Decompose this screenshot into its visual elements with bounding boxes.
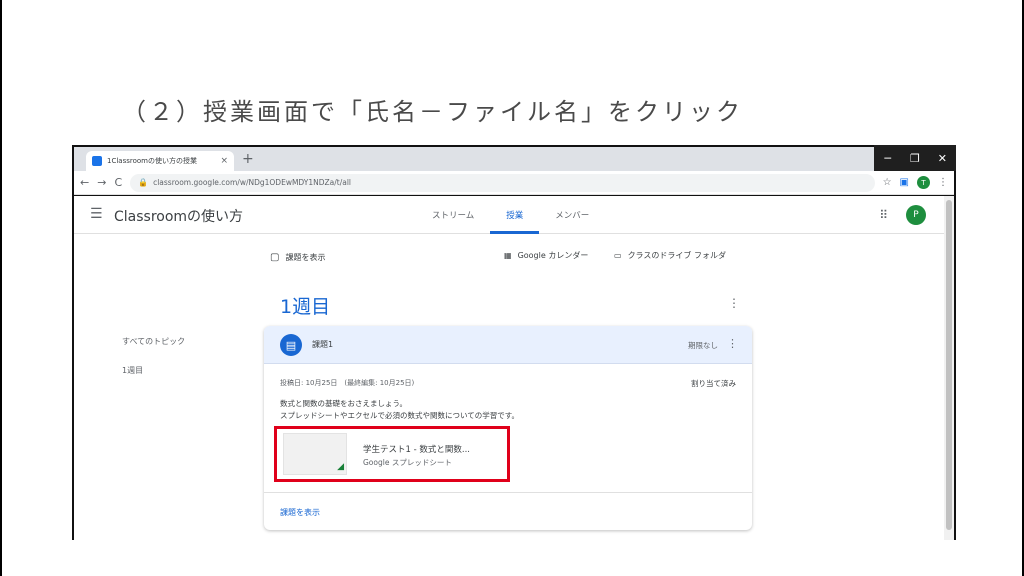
assignment-card: ▤ 課題1 期限なし ⋮ 投稿日: 10月25日 (最終編集: 10月25日) … (264, 326, 752, 530)
assignment-card-header[interactable]: ▤ 課題1 期限なし ⋮ (264, 326, 752, 364)
assignment-description-line1: 数式と関数の基礎をおさえましょう。 (280, 399, 408, 408)
address-url: classroom.google.com/w/NDg1ODEwMDY1NDZa/… (153, 178, 352, 187)
browser-menu-icon[interactable]: ⋮ (938, 177, 948, 188)
posted-date: 投稿日: 10月25日 (最終編集: 10月25日) (280, 379, 415, 387)
assignment-icon: ▤ (280, 334, 302, 356)
assignment-more-icon[interactable]: ⋮ (727, 337, 738, 350)
new-tab-button[interactable]: + (242, 151, 254, 167)
folder-icon: ▭ (614, 251, 622, 260)
attachment-name: 学生テスト1 - 数式と関数... (363, 445, 470, 455)
topic-more-icon[interactable]: ⋮ (728, 296, 740, 310)
google-calendar-label: Google カレンダー (517, 251, 589, 260)
tab-people[interactable]: メンバー (539, 196, 605, 234)
assignment-card-footer: 課題を表示 (264, 492, 752, 530)
class-drive-folder-label: クラスのドライブ フォルダ (627, 251, 726, 260)
lock-icon: 🔒 (138, 178, 149, 187)
avatar[interactable]: P (906, 205, 926, 225)
class-name[interactable]: Classroomの使い方 (114, 206, 243, 226)
slide: （２）授業画面で「氏名－ファイル名」をクリック 1Classroomの使い方の授… (2, 0, 1022, 576)
classroom-page: ☰ Classroomの使い方 ストリーム 授業 メンバー ⠿ P ▢ 課題を表… (74, 196, 954, 540)
view-your-work-label: 課題を表示 (285, 253, 326, 262)
sheets-icon: ◢ (337, 462, 344, 472)
attachment-type: Google スプレッドシート (363, 458, 452, 467)
assignment-description-line2: スプレッドシートやエクセルで必須の数式や関数についての学習です。 (280, 411, 520, 420)
tab-close-icon[interactable]: × (220, 156, 228, 166)
tab-classwork[interactable]: 授業 (490, 196, 540, 234)
view-your-work-link[interactable]: ▢ 課題を表示 (270, 252, 325, 263)
google-apps-icon[interactable]: ⠿ (879, 208, 888, 222)
scrollbar-thumb[interactable] (946, 200, 952, 530)
reload-icon[interactable]: C (114, 176, 122, 189)
assignment-list-icon: ▢ (270, 252, 280, 263)
topic-week1[interactable]: 1週目 (122, 365, 185, 376)
close-window-button[interactable]: ✕ (929, 145, 956, 171)
google-calendar-link[interactable]: ▦ Google カレンダー (504, 250, 588, 261)
due-date: 期限なし (688, 341, 718, 350)
browser-toolbar: ← → C 🔒 classroom.google.com/w/NDg1ODEwM… (74, 171, 954, 195)
class-tabs: ストリーム 授業 メンバー (416, 196, 605, 234)
forward-icon[interactable]: → (97, 176, 106, 189)
hamburger-menu-icon[interactable]: ☰ (90, 206, 103, 222)
address-bar[interactable]: 🔒 classroom.google.com/w/NDg1ODEwMDY1NDZ… (130, 173, 875, 192)
view-assignment-link[interactable]: 課題を表示 (280, 507, 320, 518)
topic-title: 1週目 (280, 296, 331, 318)
minimize-button[interactable]: ─ (874, 145, 901, 171)
browser-titlebar: 1Classroomの使い方の授業 × + (74, 147, 954, 171)
classroom-favicon-icon (92, 156, 102, 166)
bookmark-star-icon[interactable]: ☆ (883, 177, 892, 188)
translate-icon[interactable]: ▣ (900, 177, 909, 188)
window-controls: ─ ❐ ✕ (874, 145, 956, 171)
assignment-title: 課題1 (312, 340, 334, 349)
back-icon[interactable]: ← (80, 176, 89, 189)
browser-window: 1Classroomの使い方の授業 × + ─ ❐ ✕ ← → C 🔒 clas… (72, 145, 956, 540)
calendar-icon: ▦ (504, 251, 512, 260)
class-drive-folder-link[interactable]: ▭ クラスのドライブ フォルダ (614, 250, 726, 261)
attachment-thumbnail: ◢ (283, 433, 347, 475)
assigned-status: 割り当て済み (691, 379, 736, 388)
topic-all[interactable]: すべてのトピック (122, 336, 185, 347)
attachment-file[interactable]: ◢ 学生テスト1 - 数式と関数... Google スプレッドシート (274, 426, 510, 482)
browser-profile-icon[interactable]: T (917, 176, 930, 189)
tab-stream[interactable]: ストリーム (416, 196, 490, 234)
topic-list: すべてのトピック 1週目 (122, 336, 185, 394)
classroom-app-bar: ☰ Classroomの使い方 ストリーム 授業 メンバー ⠿ P (74, 196, 944, 234)
slide-title: （２）授業画面で「氏名－ファイル名」をクリック (122, 98, 743, 126)
maximize-button[interactable]: ❐ (901, 145, 928, 171)
page-scrollbar[interactable] (944, 196, 954, 540)
tab-title: 1Classroomの使い方の授業 (107, 157, 197, 165)
browser-tab[interactable]: 1Classroomの使い方の授業 × (86, 151, 234, 171)
